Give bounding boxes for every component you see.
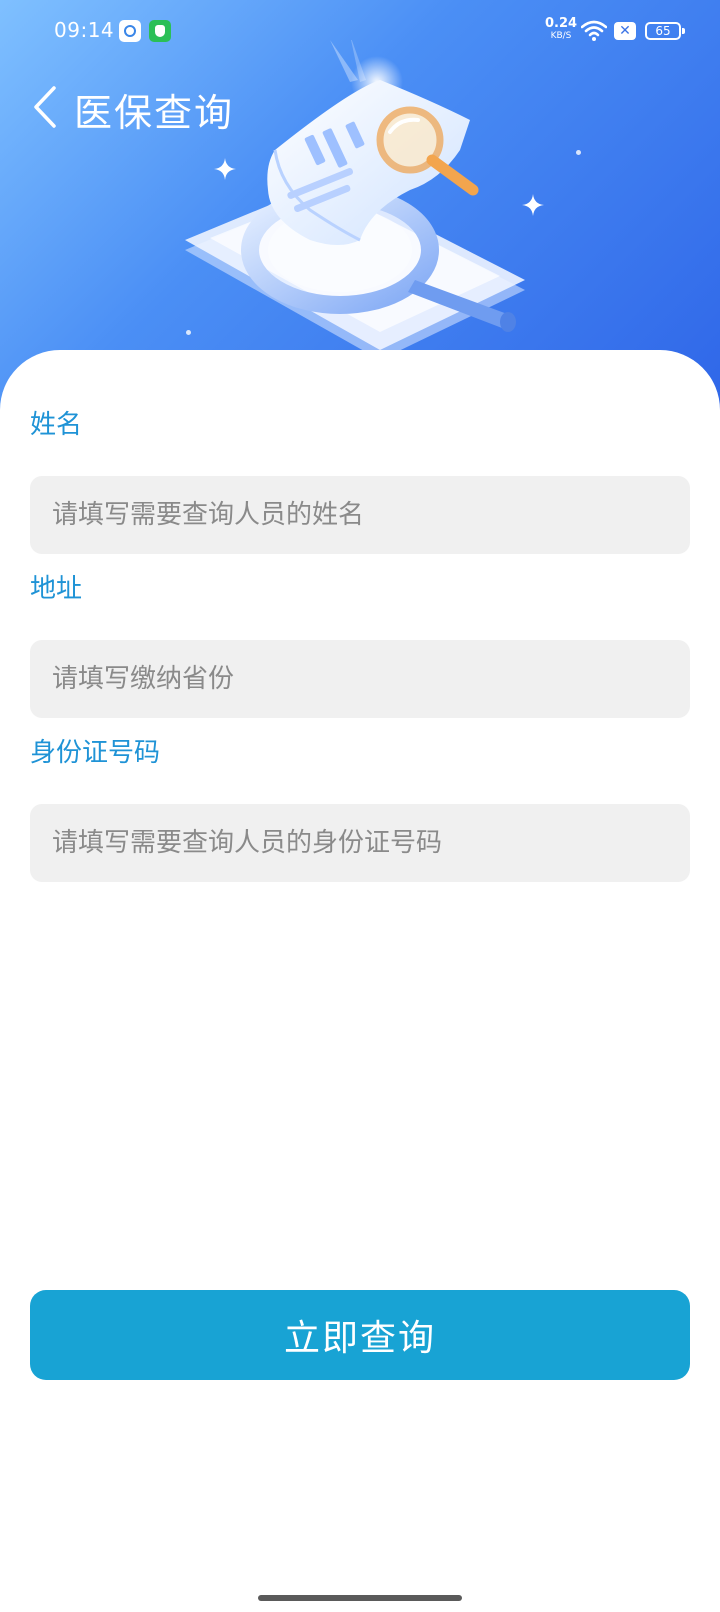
document-magnifier-illustration	[185, 40, 525, 360]
battery-icon: 65	[645, 22, 685, 40]
star-dot	[576, 150, 581, 155]
security-shield-icon	[149, 20, 171, 42]
app-notification-icon	[119, 20, 141, 42]
id-number-label: 身份证号码	[30, 738, 161, 768]
wifi-icon	[581, 20, 607, 41]
query-now-button[interactable]: 立即查询	[30, 1290, 690, 1380]
chevron-left-icon	[34, 86, 56, 128]
name-label: 姓名	[30, 410, 83, 440]
medical-insurance-query-screen: 09:14 0.24 KB/S ✕ 65 医保查询 姓名 请填写需要查询人员的姓…	[0, 0, 720, 1612]
network-speed-value: 0.24	[545, 16, 578, 31]
back-button[interactable]	[28, 82, 68, 132]
home-indicator[interactable]	[258, 1595, 462, 1601]
address-label: 地址	[30, 574, 83, 604]
sparkle-icon	[522, 194, 544, 216]
sparkle-icon	[214, 158, 236, 180]
name-input[interactable]	[30, 476, 690, 554]
id-number-input[interactable]	[30, 804, 690, 882]
network-speed: 0.24 KB/S	[545, 16, 578, 42]
status-time: 09:14	[54, 18, 115, 42]
address-input[interactable]	[30, 640, 690, 718]
star-dot	[186, 330, 191, 335]
no-sim-icon: ✕	[614, 22, 636, 40]
battery-level: 65	[655, 24, 671, 38]
